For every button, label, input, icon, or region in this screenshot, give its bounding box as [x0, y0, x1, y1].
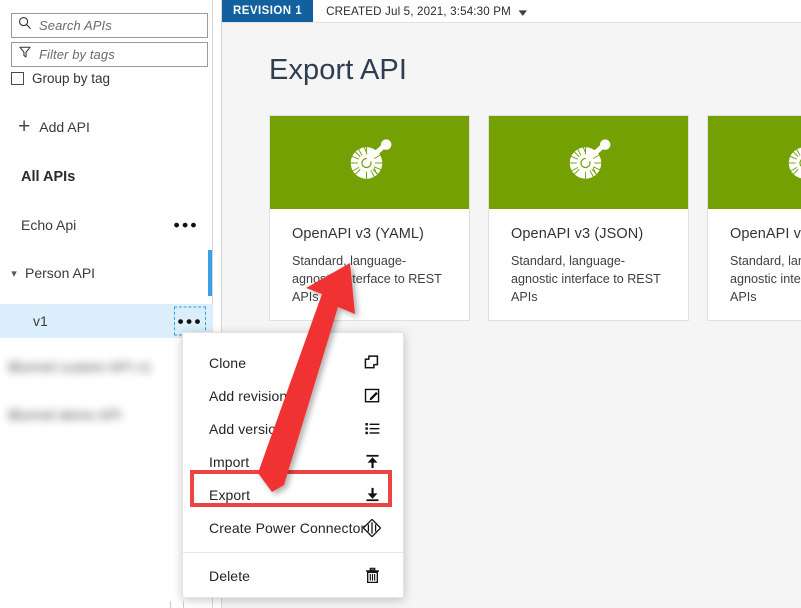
menu-item-import[interactable]: Import	[183, 445, 403, 478]
sidebar-item-all-apis[interactable]: All APIs	[0, 160, 213, 194]
sidebar-item-blurred-2[interactable]: Blurred demo API	[8, 408, 122, 424]
card-description: Standard, language-agnostic interface to…	[511, 254, 661, 304]
sidebar-item-label: All APIs	[21, 169, 76, 185]
sidebar-item-person-api[interactable]: ▾ Person API	[0, 256, 213, 290]
v1-more-options-button[interactable]: •••	[174, 306, 206, 336]
card-title: OpenAPI v3 (YAML)	[292, 226, 424, 242]
sidebar-item-label: v1	[33, 313, 48, 329]
sidebar-item-label: Echo Api	[21, 217, 77, 233]
menu-top-padding	[183, 333, 403, 346]
card-description: Standard, language-agnostic interface to…	[730, 254, 801, 304]
menu-item-create-power-connector[interactable]: Create Power Connector	[183, 511, 403, 544]
context-menu: Clone Add revision Add version Import Ex…	[182, 332, 404, 598]
menu-item-label: Add revision	[209, 387, 288, 404]
horizontal-scrollbar-handle[interactable]	[170, 601, 184, 608]
search-placeholder: Search APIs	[39, 18, 112, 33]
download-icon	[363, 486, 381, 504]
export-card-openapi-v2[interactable]: OpenAPI v2 Standard, language-agnostic i…	[707, 115, 801, 321]
sidebar-item-label: Person API	[25, 265, 96, 281]
revision-badge: REVISION 1	[222, 0, 314, 22]
menu-item-label: Clone	[209, 354, 247, 371]
edit-square-icon	[363, 387, 381, 405]
power-connector-icon	[363, 518, 381, 537]
search-input[interactable]: Search APIs	[11, 13, 208, 38]
menu-item-label: Delete	[209, 567, 251, 584]
trash-icon	[363, 567, 381, 585]
openapi-logo-icon	[350, 138, 391, 179]
more-options-icon: •••	[177, 311, 203, 331]
openapi-logo-icon	[788, 144, 801, 178]
search-icon	[18, 16, 32, 35]
menu-item-add-version[interactable]: Add version	[183, 412, 403, 445]
card-header	[489, 116, 688, 209]
revision-created-dropdown[interactable]: CREATED Jul 5, 2021, 3:54:30 PM ▾	[313, 0, 528, 22]
revision-bar-divider	[222, 22, 801, 23]
group-by-tag-label: Group by tag	[32, 70, 111, 86]
menu-item-label: Create Power Connector	[209, 519, 366, 536]
menu-separator	[183, 552, 403, 553]
menu-item-label: Add version	[209, 420, 285, 437]
card-header	[270, 116, 469, 209]
menu-item-delete[interactable]: Delete	[183, 559, 403, 592]
sidebar-item-label: Blurred demo API	[8, 408, 122, 424]
upload-icon	[363, 453, 381, 471]
screen-root: Search APIs Filter by tags Group by tag …	[0, 0, 801, 608]
revision-bar: REVISION 1 CREATED Jul 5, 2021, 3:54:30 …	[222, 0, 801, 22]
chevron-down-icon: ▾	[518, 6, 528, 19]
filter-placeholder: Filter by tags	[39, 47, 115, 62]
card-title: OpenAPI v2	[730, 226, 801, 242]
menu-item-add-revision[interactable]: Add revision	[183, 379, 403, 412]
menu-item-label: Import	[209, 453, 250, 470]
sidebar-item-echo-api[interactable]: Echo Api •••	[0, 208, 213, 242]
export-card-openapi-v3-yaml[interactable]: OpenAPI v3 (YAML) Standard, language-agn…	[269, 115, 470, 321]
page-title: Export API	[269, 54, 408, 86]
checkbox-box	[11, 71, 24, 85]
menu-item-label: Export	[209, 486, 251, 503]
sidebar-item-blurred-1[interactable]: Blurred custom API v1	[8, 360, 151, 376]
card-title: OpenAPI v3 (JSON)	[511, 226, 644, 242]
card-description: Standard, language-agnostic interface to…	[292, 254, 442, 304]
funnel-icon	[18, 45, 32, 64]
plus-icon: +	[18, 114, 31, 138]
add-api-label: Add API	[39, 119, 90, 135]
revision-created-text: CREATED Jul 5, 2021, 3:54:30 PM	[326, 4, 511, 18]
group-by-tag-checkbox[interactable]: Group by tag	[11, 68, 110, 88]
add-api-button[interactable]: + Add API	[0, 110, 213, 144]
filter-tags-input[interactable]: Filter by tags	[11, 42, 208, 67]
export-format-cards: OpenAPI v3 (YAML) Standard, language-agn…	[269, 115, 801, 321]
export-card-openapi-v3-json[interactable]: OpenAPI v3 (JSON) Standard, language-agn…	[488, 115, 689, 321]
menu-item-clone[interactable]: Clone	[183, 346, 403, 379]
card-header	[708, 116, 801, 209]
list-icon	[363, 420, 381, 438]
more-options-icon[interactable]: •••	[174, 217, 199, 234]
openapi-logo-icon	[569, 138, 610, 179]
chevron-down-icon: ▾	[11, 267, 17, 280]
copy-icon	[363, 354, 381, 372]
menu-item-export[interactable]: Export	[183, 478, 403, 511]
sidebar-item-label: Blurred custom API v1	[8, 360, 152, 376]
sidebar-selection-accent	[208, 250, 212, 296]
